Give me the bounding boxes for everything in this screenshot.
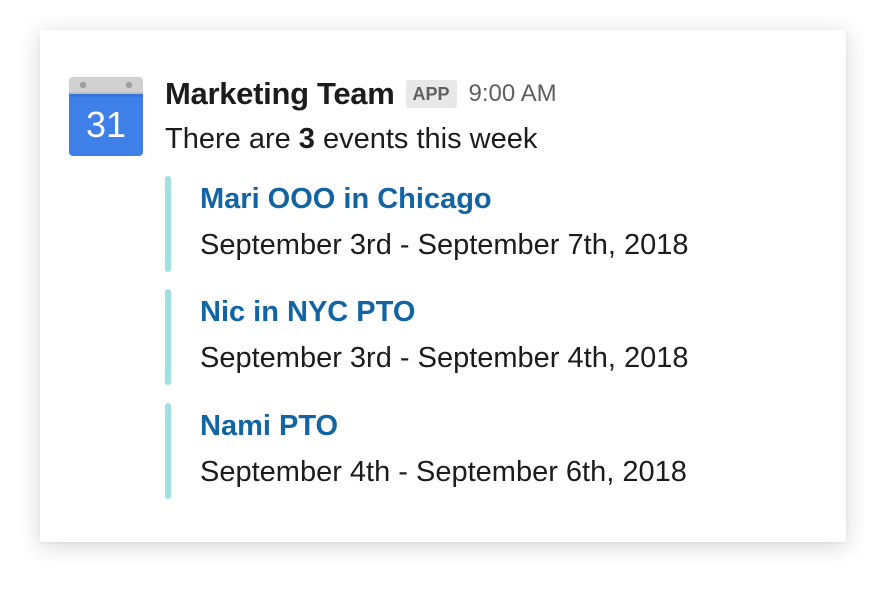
event-attachment: Nami PTO September 4th - September 6th, … — [165, 403, 815, 499]
event-dates: September 3rd - September 7th, 2018 — [200, 229, 689, 261]
event-title-link[interactable]: Mari OOO in Chicago — [200, 176, 815, 217]
attachment-color-bar — [165, 289, 171, 385]
message-timestamp[interactable]: 9:00 AM — [469, 80, 557, 108]
calendar-day-number: 31 — [86, 104, 126, 145]
message-header: Marketing Team APP 9:00 AM — [165, 74, 815, 114]
summary-suffix: events this week — [314, 123, 538, 155]
google-calendar-icon[interactable]: 31 — [69, 77, 143, 156]
event-dates: September 3rd - September 4th, 2018 — [200, 342, 689, 374]
event-attachment: Mari OOO in Chicago September 3rd - Sept… — [165, 176, 815, 272]
message-body: Marketing Team APP 9:00 AM There are 3 e… — [165, 74, 815, 499]
sender-name[interactable]: Marketing Team — [165, 76, 395, 112]
message-summary: There are 3 events this week — [165, 121, 815, 157]
summary-prefix: There are — [165, 123, 299, 155]
event-title-link[interactable]: Nic in NYC PTO — [200, 289, 815, 330]
message-card: 31 Marketing Team APP 9:00 AM There are … — [40, 30, 846, 542]
attachment-color-bar — [165, 176, 171, 272]
attachment-color-bar — [165, 403, 171, 499]
app-badge: APP — [405, 80, 457, 108]
event-title-link[interactable]: Nami PTO — [200, 403, 815, 444]
event-attachment: Nic in NYC PTO September 3rd - September… — [165, 289, 815, 385]
event-dates: September 4th - September 6th, 2018 — [200, 456, 687, 488]
event-count: 3 — [298, 123, 315, 155]
